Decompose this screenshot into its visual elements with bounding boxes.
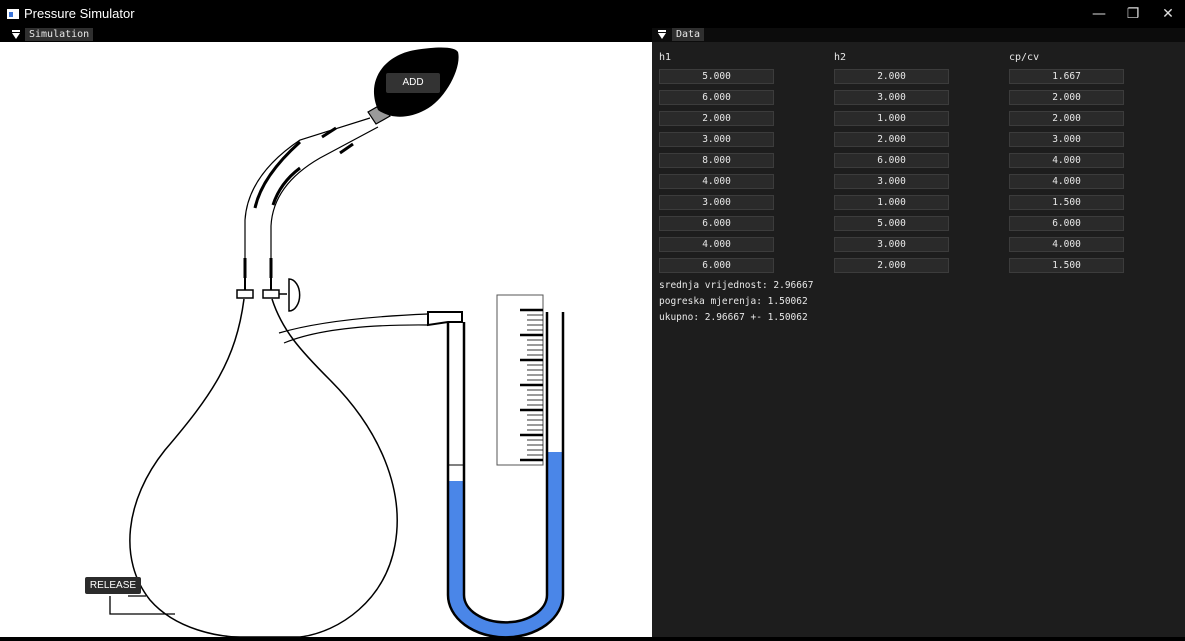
value-field-h1[interactable]: 6.000 bbox=[659, 216, 774, 231]
title-bar: Pressure Simulator — ❐ ✕ bbox=[0, 0, 1185, 28]
value-field-h1[interactable]: 5.000 bbox=[659, 69, 774, 84]
value-field-h2[interactable]: 3.000 bbox=[834, 237, 949, 252]
tube-highlight bbox=[243, 126, 354, 278]
value-field-h1[interactable]: 3.000 bbox=[659, 132, 774, 147]
flask-neck-connectors bbox=[236, 278, 301, 312]
value-field-h2[interactable]: 2.000 bbox=[834, 69, 949, 84]
value-field-cp-cv[interactable]: 3.000 bbox=[1009, 132, 1124, 147]
value-field-h2[interactable]: 3.000 bbox=[834, 90, 949, 105]
value-field-cp-cv[interactable]: 1.500 bbox=[1009, 258, 1124, 273]
close-button[interactable]: ✕ bbox=[1151, 3, 1185, 25]
app-icon bbox=[7, 9, 19, 19]
data-header: Data bbox=[652, 28, 1185, 42]
value-field-cp-cv[interactable]: 1.667 bbox=[1009, 69, 1124, 84]
minimize-button[interactable]: — bbox=[1082, 3, 1116, 25]
value-field-h2[interactable]: 3.000 bbox=[834, 174, 949, 189]
add-button[interactable]: ADD bbox=[386, 73, 440, 93]
value-field-cp-cv[interactable]: 1.500 bbox=[1009, 195, 1124, 210]
value-field-h2[interactable]: 2.000 bbox=[834, 132, 949, 147]
simulation-canvas: ADD RELEASE bbox=[0, 42, 652, 639]
tab-simulation[interactable]: Simulation bbox=[25, 28, 94, 41]
value-field-h1[interactable]: 4.000 bbox=[659, 237, 774, 252]
value-field-h1[interactable]: 3.000 bbox=[659, 195, 774, 210]
value-field-h2[interactable]: 2.000 bbox=[834, 258, 949, 273]
value-field-h2[interactable]: 1.000 bbox=[834, 111, 949, 126]
value-field-h1[interactable]: 6.000 bbox=[659, 258, 774, 273]
value-field-h2[interactable]: 1.000 bbox=[834, 195, 949, 210]
value-field-h2[interactable]: 5.000 bbox=[834, 216, 949, 231]
maximize-button[interactable]: ❐ bbox=[1116, 3, 1150, 25]
value-field-cp-cv[interactable]: 6.000 bbox=[1009, 216, 1124, 231]
release-button[interactable]: RELEASE bbox=[85, 577, 141, 594]
value-field-h1[interactable]: 2.000 bbox=[659, 111, 774, 126]
value-field-h1[interactable]: 4.000 bbox=[659, 174, 774, 189]
value-field-cp-cv[interactable]: 4.000 bbox=[1009, 174, 1124, 189]
value-field-h1[interactable]: 6.000 bbox=[659, 90, 774, 105]
value-field-cp-cv[interactable]: 2.000 bbox=[1009, 90, 1124, 105]
glass-flask bbox=[129, 298, 398, 638]
measuring-ruler bbox=[496, 294, 544, 466]
value-field-h2[interactable]: 6.000 bbox=[834, 153, 949, 168]
value-field-h1[interactable]: 8.000 bbox=[659, 153, 774, 168]
tab-data[interactable]: Data bbox=[672, 28, 705, 41]
collapse-arrow-icon[interactable] bbox=[658, 30, 666, 39]
column-header-cp-cv: cp/cv bbox=[1009, 52, 1040, 63]
mean-value-text: srednja vrijednost: 2.96667 bbox=[659, 280, 814, 291]
collapse-arrow-icon[interactable] bbox=[12, 30, 20, 39]
column-header-h2: h2 bbox=[834, 52, 847, 63]
value-field-cp-cv[interactable]: 4.000 bbox=[1009, 153, 1124, 168]
total-result-text: ukupno: 2.96667 +- 1.50062 bbox=[659, 312, 808, 323]
window-title: Pressure Simulator bbox=[24, 6, 135, 21]
value-field-cp-cv[interactable]: 4.000 bbox=[1009, 237, 1124, 252]
release-valve bbox=[109, 595, 175, 615]
simulation-header: Simulation bbox=[0, 28, 652, 42]
measurement-error-text: pogreska mjerenja: 1.50062 bbox=[659, 296, 808, 307]
apparatus-drawing bbox=[109, 47, 565, 639]
pump-tube bbox=[244, 117, 379, 278]
connecting-hose bbox=[278, 311, 463, 344]
data-panel: Data h1 h2 cp/cv 5.000 2.000 1.667 6.000 3.0… bbox=[652, 28, 1185, 637]
value-field-cp-cv[interactable]: 2.000 bbox=[1009, 111, 1124, 126]
column-header-h1: h1 bbox=[659, 52, 672, 63]
